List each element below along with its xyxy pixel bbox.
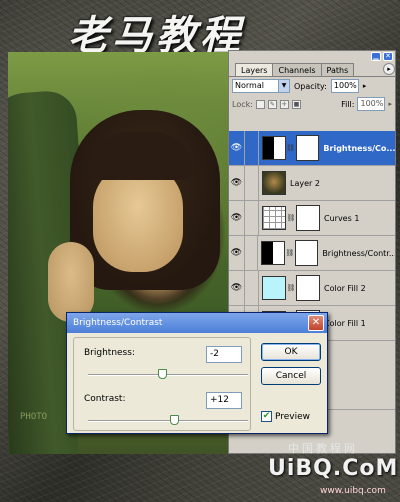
mask-thumb[interactable]	[295, 135, 320, 161]
layer-row[interactable]: 👁 ⛓ Brightness/Contr...	[229, 235, 395, 271]
preview-label: Preview	[275, 411, 311, 422]
color-fill-thumb	[262, 276, 286, 300]
lock-move-icon[interactable]: ✛	[279, 99, 289, 109]
dialog-title: Brightness/Contrast	[73, 318, 163, 328]
tab-paths[interactable]: Paths	[320, 63, 355, 76]
eye-icon[interactable]: 👁	[229, 235, 245, 271]
layer-list: 👁 ⛓ Brightness/Co... 👁 Layer 2 👁 ⛓ Curve…	[229, 130, 395, 341]
minimize-button[interactable]: ▁	[371, 52, 381, 61]
fill-arrow-icon[interactable]: ▸	[388, 100, 392, 108]
hand	[48, 242, 94, 322]
brightness-contrast-dialog: Brightness/Contrast ✕ Brightness: -2 Con…	[66, 312, 328, 434]
cancel-button[interactable]: Cancel	[261, 367, 321, 385]
blend-mode-value: Normal	[235, 81, 264, 90]
opacity-label: Opacity:	[294, 81, 327, 91]
contrast-label: Contrast:	[84, 394, 126, 404]
panel-tabs: Layers Channels Paths ▸	[229, 63, 395, 77]
eye-icon[interactable]: 👁	[229, 130, 245, 166]
lock-all-icon[interactable]: ■	[291, 99, 301, 109]
adjustment-thumb	[261, 136, 286, 160]
panel-caption: ▁ ✕	[229, 51, 395, 63]
link-icon[interactable]: ⛓	[286, 284, 296, 292]
brightness-slider-track[interactable]	[88, 374, 248, 376]
mask-thumb[interactable]	[296, 205, 320, 231]
close-icon[interactable]: ✕	[308, 315, 324, 331]
dialog-body: Brightness: -2 Contrast: +12 OK Cancel ✔…	[67, 333, 327, 435]
close-panel-button[interactable]: ✕	[383, 52, 393, 61]
curves-thumb	[262, 206, 286, 230]
lock-paint-icon[interactable]: ✎	[267, 99, 277, 109]
lock-row: Lock: ✎ ✛ ■ Fill: 100% ▸	[229, 95, 395, 113]
lock-transparent-icon[interactable]	[255, 99, 265, 109]
tab-layers[interactable]: Layers	[235, 63, 274, 76]
preview-checkbox[interactable]: ✔	[261, 411, 272, 422]
brush-slot[interactable]	[245, 130, 259, 166]
brightness-label: Brightness:	[84, 348, 135, 358]
chevron-down-icon: ▼	[278, 80, 289, 92]
lock-label: Lock:	[232, 99, 253, 109]
brush-slot[interactable]	[245, 165, 259, 201]
tab-channels[interactable]: Channels	[272, 63, 322, 76]
eye-icon[interactable]: 👁	[229, 200, 245, 236]
opacity-input[interactable]: 100%	[330, 79, 359, 93]
blend-mode-select[interactable]: Normal ▼	[232, 79, 290, 93]
link-icon[interactable]: ⛓	[285, 249, 295, 257]
brush-slot[interactable]	[245, 235, 259, 271]
layer-name: Brightness/Co...	[323, 143, 395, 153]
layer-name: Brightness/Contr...	[322, 248, 395, 258]
contrast-input[interactable]: +12	[206, 392, 242, 409]
layer-row[interactable]: 👁 ⛓ Brightness/Co...	[229, 130, 395, 166]
adjustment-thumb	[261, 241, 285, 265]
panel-menu-icon[interactable]: ▸	[383, 63, 395, 75]
eye-icon[interactable]: 👁	[229, 165, 245, 201]
link-icon[interactable]: ⛓	[286, 144, 296, 152]
layer-row[interactable]: 👁 ⛓ Curves 1	[229, 200, 395, 236]
eye-icon[interactable]: 👁	[229, 270, 245, 306]
brush-slot[interactable]	[245, 270, 259, 306]
footer-chinese: 中国教程网	[288, 442, 358, 455]
contrast-slider-track[interactable]	[88, 420, 248, 422]
footer-url: www.uibq.com	[320, 486, 386, 496]
settings-group: Brightness: -2 Contrast: +12	[73, 337, 251, 431]
photo-watermark: PHOTO	[20, 412, 48, 422]
brightness-slider-handle[interactable]	[158, 369, 167, 379]
fill-input[interactable]: 100%	[357, 97, 386, 111]
brush-slot[interactable]	[245, 200, 259, 236]
layer-thumb	[262, 171, 286, 195]
mask-thumb[interactable]	[294, 240, 319, 266]
layer-row[interactable]: 👁 Layer 2	[229, 165, 395, 201]
opacity-arrow-icon[interactable]: ▸	[363, 82, 367, 90]
layer-name: Layer 2	[290, 178, 320, 188]
layer-name: Curves 1	[324, 213, 360, 223]
link-icon[interactable]: ⛓	[286, 214, 296, 222]
layer-name: Color Fill 1	[324, 318, 366, 328]
layer-name: Color Fill 2	[324, 283, 366, 293]
contrast-slider-handle[interactable]	[170, 415, 179, 425]
blend-row: Normal ▼ Opacity: 100% ▸	[229, 77, 395, 95]
brightness-input[interactable]: -2	[206, 346, 242, 363]
preview-option: ✔ Preview	[261, 411, 310, 422]
mask-thumb[interactable]	[296, 275, 320, 301]
fill-label: Fill:	[341, 99, 355, 109]
ok-button[interactable]: OK	[261, 343, 321, 361]
layer-row[interactable]: 👁 ⛓ Color Fill 2	[229, 270, 395, 306]
dialog-title-bar[interactable]: Brightness/Contrast ✕	[67, 313, 327, 333]
